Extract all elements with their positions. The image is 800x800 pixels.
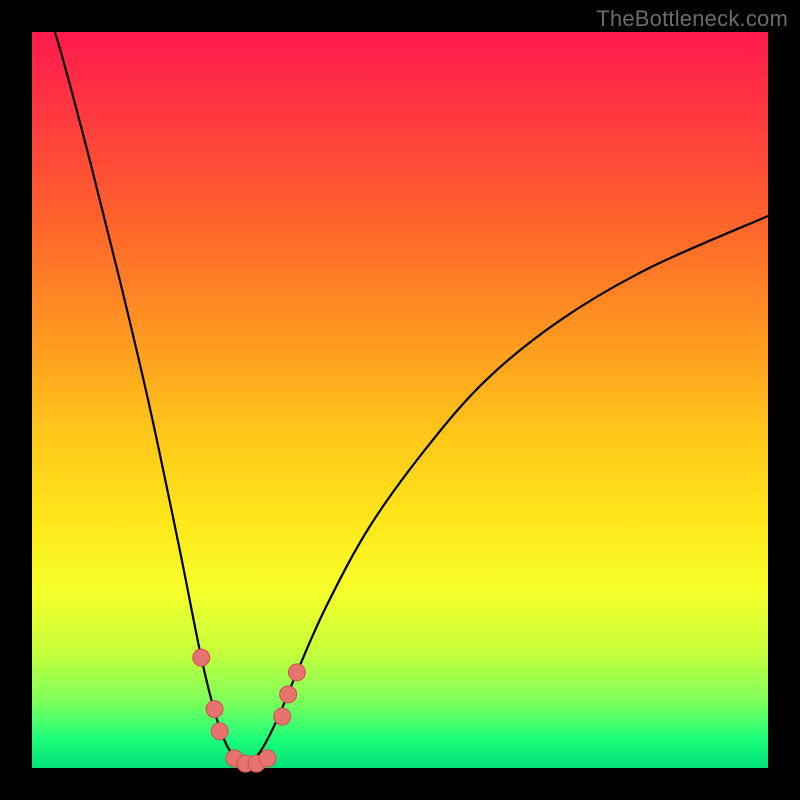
curve-marker xyxy=(193,649,210,666)
bottleneck-curve xyxy=(32,0,768,764)
curve-markers xyxy=(193,649,306,772)
curve-marker xyxy=(206,701,223,718)
curve-marker xyxy=(211,723,228,740)
chart-stage: TheBottleneck.com xyxy=(0,0,800,800)
bottleneck-svg xyxy=(32,32,768,768)
watermark-text: TheBottleneck.com xyxy=(596,6,788,32)
plot-area xyxy=(32,32,768,768)
curve-marker xyxy=(274,708,291,725)
curve-layer xyxy=(32,0,768,764)
curve-marker xyxy=(280,686,297,703)
curve-marker xyxy=(288,664,305,681)
curve-marker xyxy=(259,750,276,767)
